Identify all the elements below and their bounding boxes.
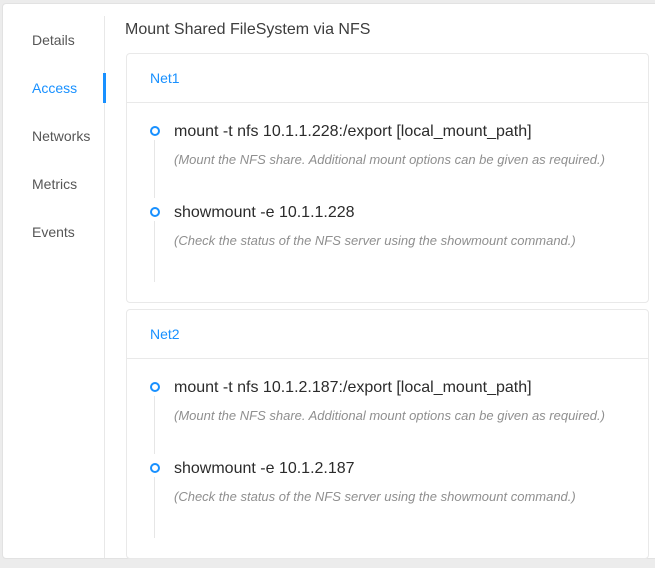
command-description: (Check the status of the NFS server usin… xyxy=(174,489,625,505)
card-body: mount -t nfs 10.1.2.187:/export [local_m… xyxy=(127,359,648,540)
timeline-step: showmount -e 10.1.2.187 (Check the statu… xyxy=(150,459,625,540)
sidebar-item-events[interactable]: Events xyxy=(3,216,104,248)
command-description: (Mount the NFS share. Additional mount o… xyxy=(174,408,625,424)
card-header: Net1 xyxy=(127,54,648,103)
command-text: showmount -e 10.1.2.187 xyxy=(174,459,625,479)
sidebar-item-networks[interactable]: Networks xyxy=(3,120,104,152)
timeline-dot-icon xyxy=(150,382,160,392)
timeline-tail xyxy=(154,140,155,198)
timeline-tail xyxy=(154,396,155,454)
card-body: mount -t nfs 10.1.1.228:/export [local_m… xyxy=(127,103,648,284)
timeline-step: mount -t nfs 10.1.1.228:/export [local_m… xyxy=(150,122,625,203)
sidebar-item-label: Events xyxy=(32,224,75,240)
network-card-net1: Net1 mount -t nfs 10.1.1.228:/export [lo… xyxy=(126,53,649,303)
sidebar-item-label: Metrics xyxy=(32,176,77,192)
command-text: showmount -e 10.1.1.228 xyxy=(174,203,625,223)
timeline-tail xyxy=(154,477,155,538)
command-description: (Mount the NFS share. Additional mount o… xyxy=(174,152,625,168)
network-card-net2: Net2 mount -t nfs 10.1.2.187:/export [lo… xyxy=(126,309,649,559)
detail-panel: Details Access Networks Metrics Events M… xyxy=(2,3,655,559)
timeline-tail xyxy=(154,221,155,282)
timeline-step: showmount -e 10.1.1.228 (Check the statu… xyxy=(150,203,625,284)
timeline-dot-icon xyxy=(150,207,160,217)
timeline-dot-icon xyxy=(150,463,160,473)
sidebar-item-label: Details xyxy=(32,32,75,48)
card-header: Net2 xyxy=(127,310,648,359)
sidebar-item-label: Access xyxy=(32,80,77,96)
sidebar-item-label: Networks xyxy=(32,128,90,144)
active-tab-indicator xyxy=(103,73,106,103)
network-name: Net2 xyxy=(150,326,180,342)
timeline-step: mount -t nfs 10.1.2.187:/export [local_m… xyxy=(150,378,625,459)
timeline-dot-icon xyxy=(150,126,160,136)
page-title: Mount Shared FileSystem via NFS xyxy=(125,19,370,41)
sidebar-item-access[interactable]: Access xyxy=(3,72,104,104)
command-description: (Check the status of the NFS server usin… xyxy=(174,233,625,249)
network-name: Net1 xyxy=(150,70,180,86)
sidebar-item-metrics[interactable]: Metrics xyxy=(3,168,104,200)
command-text: mount -t nfs 10.1.1.228:/export [local_m… xyxy=(174,122,625,142)
sidebar-item-details[interactable]: Details xyxy=(3,24,104,56)
sidebar-tabs: Details Access Networks Metrics Events xyxy=(3,16,105,558)
command-text: mount -t nfs 10.1.2.187:/export [local_m… xyxy=(174,378,625,398)
